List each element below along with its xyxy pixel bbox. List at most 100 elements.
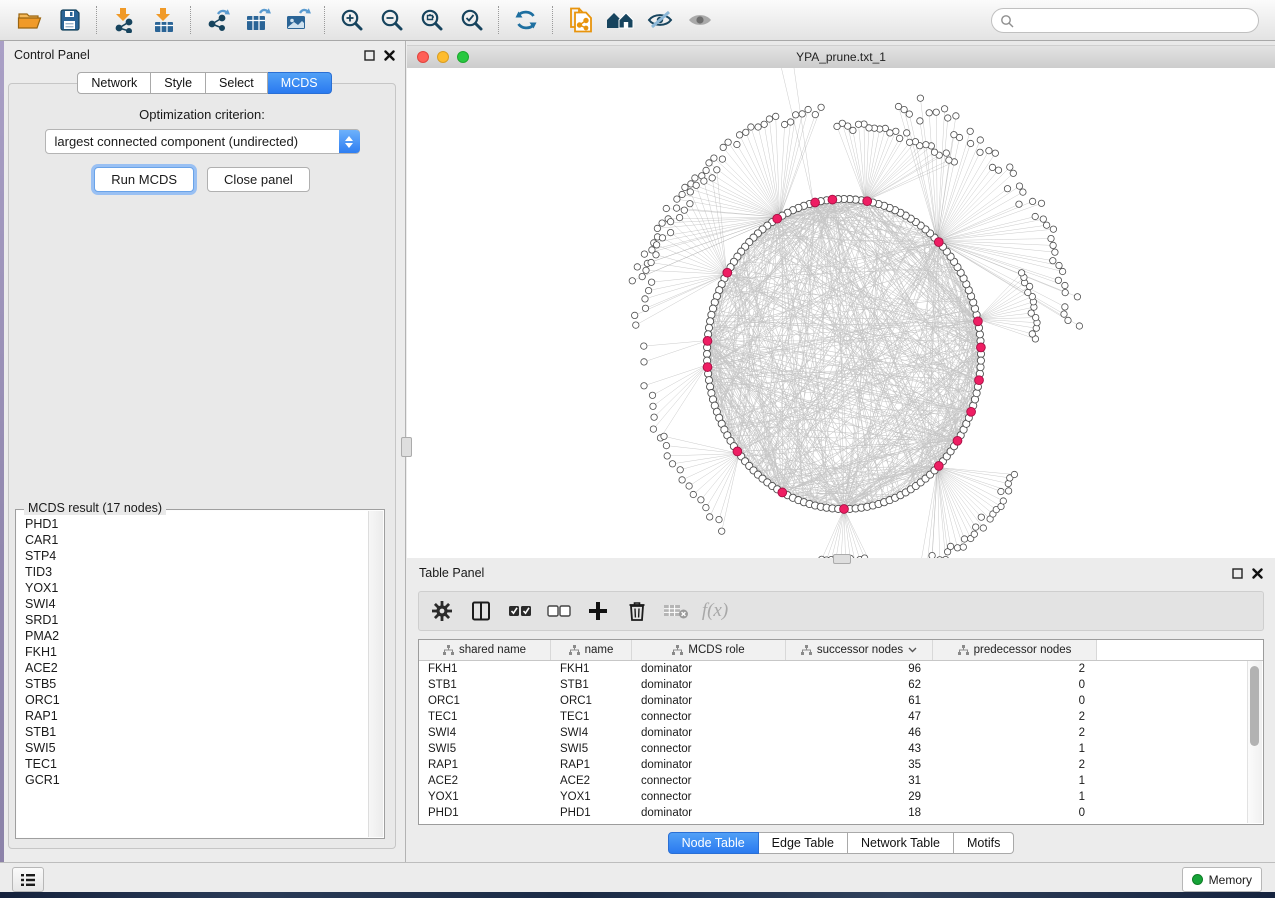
status-list-button[interactable] (12, 867, 44, 892)
split-columns-button[interactable] (466, 596, 496, 626)
leaf-node[interactable] (716, 516, 722, 522)
mcds-result-item[interactable]: SWI5 (17, 740, 369, 756)
leaf-node[interactable] (686, 483, 692, 489)
mcds-hub-node[interactable] (934, 462, 943, 471)
table-row[interactable]: SWI5SWI5connector431 (419, 741, 1263, 757)
mcds-hub-node[interactable] (974, 317, 983, 326)
leaf-node[interactable] (967, 140, 973, 146)
cell-name[interactable]: PHD1 (551, 807, 632, 819)
leaf-node[interactable] (679, 477, 685, 483)
cell-shared_name[interactable]: TEC1 (419, 711, 551, 723)
leaf-node[interactable] (720, 144, 726, 150)
leaf-node[interactable] (986, 148, 992, 154)
cell-predecessor_nodes[interactable]: 1 (933, 775, 1097, 787)
mcds-hub-node[interactable] (778, 488, 787, 497)
cell-name[interactable]: FKH1 (551, 663, 632, 675)
network-window-titlebar[interactable]: YPA_prune.txt_1 (407, 45, 1275, 69)
cell-successor_nodes[interactable]: 43 (786, 743, 933, 755)
leaf-node[interactable] (663, 442, 669, 448)
mcds-hub-node[interactable] (934, 238, 943, 247)
leaf-node[interactable] (951, 132, 957, 138)
zoom-selected-button[interactable] (452, 3, 492, 37)
leaf-node[interactable] (682, 184, 688, 190)
column-header-shared-name[interactable]: shared name (419, 640, 551, 660)
cell-successor_nodes[interactable]: 47 (786, 711, 933, 723)
leaf-node[interactable] (651, 414, 657, 420)
cell-predecessor_nodes[interactable]: 1 (933, 743, 1097, 755)
mcds-hub-node[interactable] (811, 198, 820, 207)
mcds-result-item[interactable]: TEC1 (17, 756, 369, 772)
mcds-result-item[interactable]: TID3 (17, 564, 369, 580)
leaf-node[interactable] (743, 129, 749, 135)
network-graph[interactable] (407, 68, 1275, 558)
cell-predecessor_nodes[interactable]: 2 (933, 663, 1097, 675)
cell-name[interactable]: SWI4 (551, 727, 632, 739)
leaf-node[interactable] (653, 242, 659, 248)
cell-mcds_role[interactable]: connector (632, 743, 786, 755)
cell-shared_name[interactable]: PHD1 (419, 807, 551, 819)
leaf-node[interactable] (1032, 213, 1038, 219)
leaf-node[interactable] (633, 322, 639, 328)
mcds-result-item[interactable]: STB5 (17, 676, 369, 692)
cell-name[interactable]: RAP1 (551, 759, 632, 771)
leaf-node[interactable] (639, 273, 645, 279)
cell-successor_nodes[interactable]: 62 (786, 679, 933, 691)
leaf-node[interactable] (1050, 226, 1056, 232)
leaf-node[interactable] (850, 127, 856, 133)
leaf-node[interactable] (650, 403, 656, 409)
cell-predecessor_nodes[interactable]: 2 (933, 759, 1097, 771)
leaf-node[interactable] (642, 305, 648, 311)
leaf-node[interactable] (693, 182, 699, 188)
cell-mcds_role[interactable]: dominator (632, 759, 786, 771)
tab-node-table[interactable]: Node Table (668, 832, 759, 854)
column-header-MCDS-role[interactable]: MCDS role (632, 640, 786, 660)
leaf-node[interactable] (673, 205, 679, 211)
leaf-node[interactable] (1010, 170, 1016, 176)
leaf-node[interactable] (896, 135, 902, 141)
leaf-node[interactable] (667, 229, 673, 235)
leaf-node[interactable] (709, 175, 715, 181)
leaf-node[interactable] (642, 296, 648, 302)
leaf-node[interactable] (954, 545, 960, 551)
network-view[interactable] (407, 68, 1275, 558)
mcds-result-list[interactable]: PHD1CAR1STP4TID3YOX1SWI4SRD1PMA2FKH1ACE2… (17, 516, 369, 837)
leaf-node[interactable] (906, 111, 912, 117)
maximize-window-button[interactable] (457, 51, 469, 63)
leaf-node[interactable] (648, 259, 654, 265)
table-row[interactable]: PHD1PHD1dominator180 (419, 805, 1263, 821)
leaf-node[interactable] (653, 252, 659, 258)
leaf-node[interactable] (714, 167, 720, 173)
leaf-node[interactable] (912, 139, 918, 145)
import-network-button[interactable] (104, 3, 144, 37)
leaf-node[interactable] (787, 119, 793, 125)
leaf-node[interactable] (1043, 222, 1049, 228)
leaf-node[interactable] (961, 536, 967, 542)
mcds-hub-node[interactable] (773, 214, 782, 223)
cell-name[interactable]: ORC1 (551, 695, 632, 707)
leaf-node[interactable] (654, 225, 660, 231)
cell-mcds_role[interactable]: connector (632, 775, 786, 787)
select-all-rows-button[interactable] (505, 596, 535, 626)
leaf-node[interactable] (748, 124, 754, 130)
leaf-node[interactable] (992, 150, 998, 156)
cell-name[interactable]: SWI5 (551, 743, 632, 755)
leaf-node[interactable] (1040, 216, 1046, 222)
table-row[interactable]: YOX1YOX1connector291 (419, 789, 1263, 805)
leaf-node[interactable] (1074, 294, 1080, 300)
tab-network-table[interactable]: Network Table (848, 832, 954, 854)
leaf-node[interactable] (971, 531, 977, 537)
column-header-successor-nodes[interactable]: successor nodes (786, 640, 933, 660)
leaf-node[interactable] (755, 124, 761, 130)
cell-mcds_role[interactable]: dominator (632, 679, 786, 691)
leaf-node[interactable] (1050, 242, 1056, 248)
mcds-hub-node[interactable] (953, 436, 962, 445)
mcds-hub-node[interactable] (733, 447, 742, 456)
leaf-node[interactable] (1059, 268, 1065, 274)
cell-shared_name[interactable]: FKH1 (419, 663, 551, 675)
leaf-node[interactable] (641, 359, 647, 365)
close-mcds-panel-button[interactable]: Close panel (207, 167, 310, 192)
mcds-result-item[interactable]: STB1 (17, 724, 369, 740)
leaf-node[interactable] (761, 121, 767, 127)
cell-predecessor_nodes[interactable]: 0 (933, 695, 1097, 707)
close-window-button[interactable] (417, 51, 429, 63)
